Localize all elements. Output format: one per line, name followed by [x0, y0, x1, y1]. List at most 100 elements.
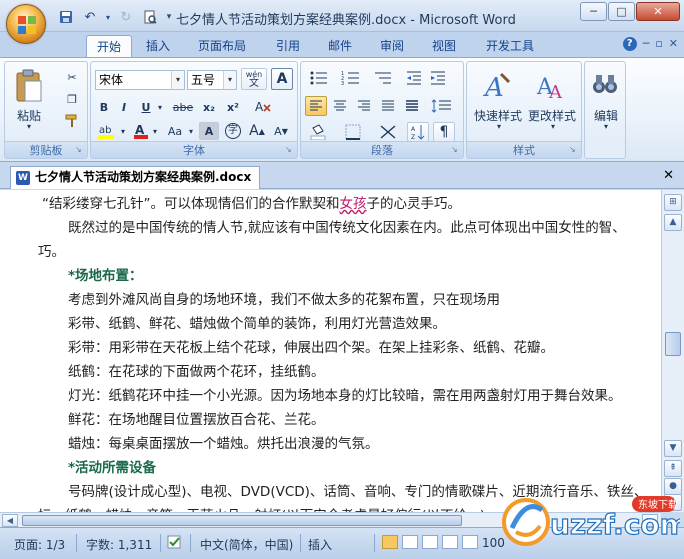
paste-icon[interactable]: [11, 68, 47, 104]
shading-icon[interactable]: [305, 122, 335, 142]
font-color-dropdown-icon[interactable]: ▾: [151, 122, 159, 140]
font-launcher-icon[interactable]: ↘: [285, 145, 295, 155]
character-border-button[interactable]: A: [271, 68, 293, 90]
proofing-icon[interactable]: [166, 534, 184, 553]
underline-button[interactable]: U: [137, 98, 155, 116]
clear-formatting-icon[interactable]: A: [251, 98, 275, 116]
vertical-scroll-thumb[interactable]: [665, 332, 681, 356]
scroll-up-icon[interactable]: ▲: [664, 214, 682, 231]
superscript-button[interactable]: x²: [223, 98, 243, 116]
cut-icon[interactable]: ✂: [63, 68, 81, 86]
office-button[interactable]: [6, 4, 46, 44]
font-color-icon[interactable]: A: [131, 122, 151, 140]
close-button[interactable]: ✕: [636, 2, 680, 21]
editing-dropdown-icon[interactable]: ▾: [598, 122, 614, 131]
tab-mailings[interactable]: 邮件: [318, 35, 362, 58]
format-painter-icon[interactable]: [63, 112, 81, 130]
copy-icon[interactable]: ❐: [63, 90, 81, 108]
styles-launcher-icon[interactable]: ↘: [569, 145, 579, 155]
status-language[interactable]: 中文(简体，中国): [200, 536, 293, 553]
ribbon-restore-icon[interactable]: ▫: [655, 37, 662, 51]
status-word-count[interactable]: 字数: 1,311: [86, 536, 152, 553]
tab-review[interactable]: 审阅: [370, 35, 414, 58]
print-preview-icon[interactable]: [140, 8, 160, 26]
shrink-font-button[interactable]: A ▼: [271, 122, 291, 140]
vertical-scrollbar[interactable]: ⊞ ▲ ▼ ⇞ ● ⇟: [661, 190, 684, 512]
tab-home[interactable]: 开始: [86, 35, 133, 58]
scroll-left-icon[interactable]: ◀: [2, 514, 18, 527]
clipboard-launcher-icon[interactable]: ↘: [75, 145, 85, 155]
phonetic-guide-button[interactable]: wén 文: [241, 68, 267, 90]
font-size-combo[interactable]: 五号 ▾: [187, 70, 237, 90]
strikethrough-button[interactable]: abe: [171, 98, 195, 116]
change-styles-icon[interactable]: AA: [533, 68, 569, 104]
change-case-button[interactable]: Aa: [163, 122, 187, 140]
quick-styles-dropdown-icon[interactable]: ▾: [491, 122, 507, 131]
save-icon[interactable]: [56, 8, 76, 26]
tab-references[interactable]: 引用: [266, 35, 310, 58]
undo-dropdown-icon[interactable]: ▾: [104, 8, 112, 26]
line-spacing-icon[interactable]: [427, 96, 457, 116]
decrease-indent-icon[interactable]: [403, 68, 425, 88]
font-name-dropdown-icon[interactable]: ▾: [171, 71, 184, 89]
font-size-dropdown-icon[interactable]: ▾: [223, 71, 236, 89]
chinese-layout-icon[interactable]: [373, 122, 403, 142]
full-screen-reading-view-icon[interactable]: [402, 535, 418, 549]
justify-icon[interactable]: [377, 96, 399, 116]
undo-icon[interactable]: ↶: [80, 8, 100, 26]
change-styles-dropdown-icon[interactable]: ▾: [545, 122, 561, 131]
maximize-button[interactable]: □: [608, 2, 635, 21]
align-left-icon[interactable]: [305, 96, 327, 116]
document-area[interactable]: “结彩缕穿七孔针”。可以体现情侣们的合作默契和女孩子的心灵手巧。 既然过的是中国…: [0, 190, 661, 512]
italic-button[interactable]: I: [115, 98, 133, 116]
tab-view[interactable]: 视图: [422, 35, 466, 58]
highlight-dropdown-icon[interactable]: ▾: [119, 122, 127, 140]
font-name-combo[interactable]: 宋体 ▾: [95, 70, 185, 90]
highlight-icon[interactable]: ab: [95, 122, 119, 140]
align-right-icon[interactable]: [353, 96, 375, 116]
outline-view-icon[interactable]: [442, 535, 458, 549]
paragraph-launcher-icon[interactable]: ↘: [451, 145, 461, 155]
show-hide-marks-icon[interactable]: ¶: [433, 122, 455, 142]
numbering-icon[interactable]: 123: [337, 68, 365, 88]
ribbon-minimize-icon[interactable]: ─: [643, 37, 650, 51]
borders-icon[interactable]: [339, 122, 367, 142]
draft-view-icon[interactable]: [462, 535, 478, 549]
quick-styles-icon[interactable]: A: [479, 68, 515, 104]
web-layout-view-icon[interactable]: [422, 535, 438, 549]
ribbon-close-icon[interactable]: ✕: [669, 37, 678, 51]
status-separator: [76, 534, 77, 552]
sort-icon[interactable]: AZ: [407, 122, 429, 142]
scroll-down-icon[interactable]: ▼: [664, 440, 682, 457]
distributed-icon[interactable]: [401, 96, 423, 116]
customize-qat-icon[interactable]: ▾: [164, 8, 174, 26]
previous-page-icon[interactable]: ⇞: [664, 460, 682, 477]
underline-dropdown-icon[interactable]: ▾: [155, 98, 165, 116]
find-binoculars-icon[interactable]: [589, 68, 621, 100]
bold-button[interactable]: B: [95, 98, 113, 116]
change-case-dropdown-icon[interactable]: ▾: [187, 122, 195, 140]
tab-insert[interactable]: 插入: [136, 35, 180, 58]
document-tab-close-button[interactable]: ✕: [663, 168, 674, 183]
document-page[interactable]: “结彩缕穿七孔针”。可以体现情侣们的合作默契和女孩子的心灵手巧。 既然过的是中国…: [12, 190, 661, 512]
horizontal-scroll-thumb[interactable]: [22, 515, 462, 526]
character-shading-button[interactable]: A: [199, 122, 219, 140]
increase-indent-icon[interactable]: [427, 68, 449, 88]
status-page[interactable]: 页面: 1/3: [14, 536, 65, 553]
redo-icon[interactable]: ↻: [116, 8, 136, 26]
align-center-icon[interactable]: [329, 96, 351, 116]
help-icon[interactable]: ?: [622, 37, 637, 51]
print-layout-view-icon[interactable]: [382, 535, 398, 549]
bullets-icon[interactable]: [305, 68, 333, 88]
enclose-characters-button[interactable]: 字: [223, 121, 243, 141]
document-tab[interactable]: W 七夕情人节活动策划方案经典案例.docx: [10, 166, 261, 189]
paste-dropdown-icon[interactable]: ▾: [21, 122, 37, 131]
status-insert-mode[interactable]: 插入: [308, 536, 332, 553]
tab-developer[interactable]: 开发工具: [476, 35, 544, 58]
minimize-button[interactable]: ─: [580, 2, 607, 21]
grow-font-button[interactable]: A ▲: [247, 122, 267, 140]
ruler-toggle-icon[interactable]: ⊞: [664, 194, 682, 211]
tab-page-layout[interactable]: 页面布局: [188, 35, 256, 58]
subscript-button[interactable]: x₂: [199, 98, 219, 116]
multilevel-list-icon[interactable]: [369, 68, 397, 88]
